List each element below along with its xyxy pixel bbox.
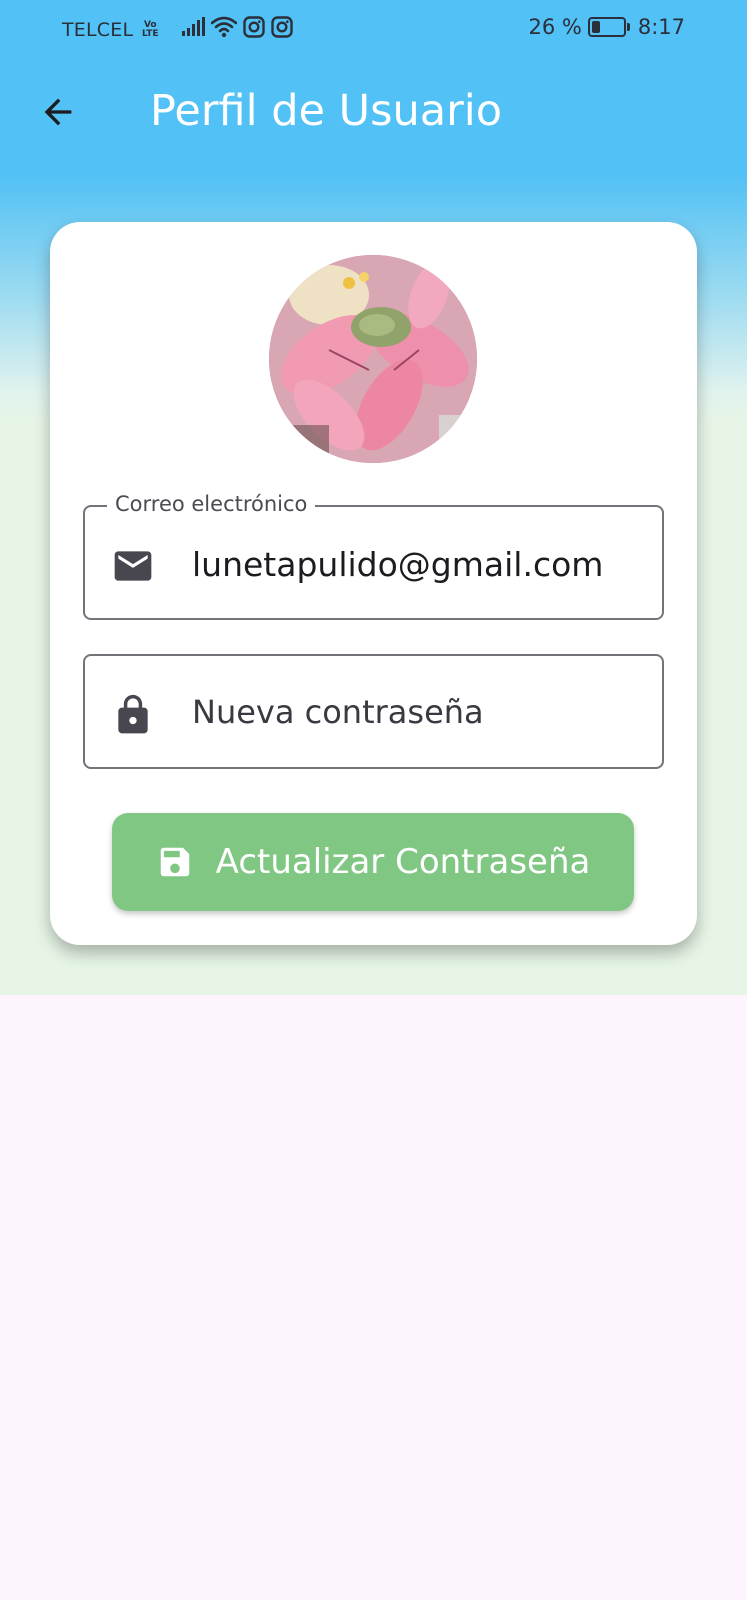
arrow-back-icon <box>44 98 72 126</box>
save-icon <box>160 847 189 877</box>
battery-icon <box>587 17 630 37</box>
lock-icon <box>111 693 155 737</box>
new-password-input[interactable] <box>192 690 642 734</box>
clock: 8:17 <box>637 15 685 39</box>
status-bar: TELCEL Vo LTE 26 % 8:17 <box>0 0 747 58</box>
app-bar: Perfil de Usuario <box>0 58 747 173</box>
update-password-label: Actualizar Contraseña <box>215 842 591 882</box>
back-button[interactable] <box>34 88 82 136</box>
signal-icon <box>181 17 206 42</box>
profile-photo <box>269 255 477 463</box>
battery-percent: 26 % <box>528 15 582 39</box>
volte-indicator: Vo LTE <box>139 20 161 39</box>
instagram-icon <box>243 16 265 43</box>
email-field-label: Correo electrónico <box>107 492 316 516</box>
avatar[interactable] <box>269 255 477 463</box>
status-bar-left: TELCEL Vo LTE <box>62 16 293 43</box>
wifi-icon <box>210 16 238 43</box>
volte-bottom-text: LTE <box>141 28 159 39</box>
profile-card: Correo electrónico lunetapulido@gmail.co… <box>50 222 697 945</box>
battery-fill <box>591 21 600 33</box>
page-title: Perfil de Usuario <box>150 86 503 136</box>
carrier-name: TELCEL <box>62 18 134 41</box>
status-bar-right: 26 % 8:17 <box>528 15 685 39</box>
instagram-icon <box>271 16 293 43</box>
update-password-button[interactable]: Actualizar Contraseña <box>112 813 634 911</box>
email-value: lunetapulido@gmail.com <box>192 545 604 584</box>
password-field[interactable] <box>83 654 664 769</box>
email-field[interactable]: Correo electrónico lunetapulido@gmail.co… <box>83 492 664 620</box>
mail-icon <box>111 544 155 588</box>
